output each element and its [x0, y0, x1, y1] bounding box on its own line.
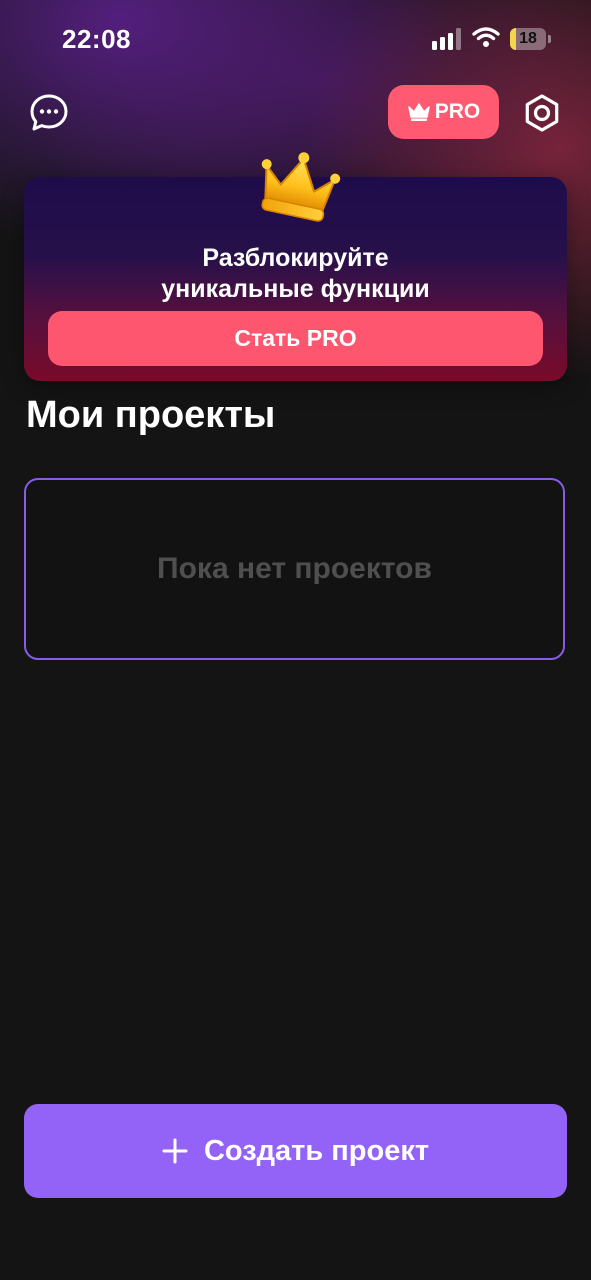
status-time: 22:08 [62, 24, 131, 54]
empty-projects-text: Пока нет проектов [157, 552, 432, 585]
pro-button-label: PRO [434, 100, 481, 123]
signal-icon [432, 28, 462, 50]
become-pro-button-label: Стать PRO [234, 325, 357, 351]
battery-icon: 18 [510, 28, 551, 50]
battery-tip [548, 35, 551, 43]
crown-icon [407, 103, 430, 121]
create-project-button[interactable]: Создать проект [24, 1104, 567, 1198]
plus-icon [162, 1138, 188, 1164]
chat-bubble-icon[interactable] [28, 92, 70, 134]
battery-body: 18 [510, 28, 546, 50]
wifi-icon [472, 27, 500, 47]
projects-title: Мои проекты [26, 394, 276, 436]
promo-title: Разблокируйте уникальные функции [161, 244, 430, 303]
pro-button[interactable]: PRO [388, 85, 499, 139]
create-project-label: Создать проект [203, 1134, 430, 1167]
gear-icon[interactable] [521, 92, 563, 134]
crown-icon [261, 152, 341, 222]
empty-projects-card: Пока нет проектов [24, 478, 565, 660]
become-pro-button[interactable]: Стать PRO [48, 311, 543, 366]
battery-level: 18 [519, 30, 537, 47]
status-bar: 22:08 18 [0, 0, 591, 80]
